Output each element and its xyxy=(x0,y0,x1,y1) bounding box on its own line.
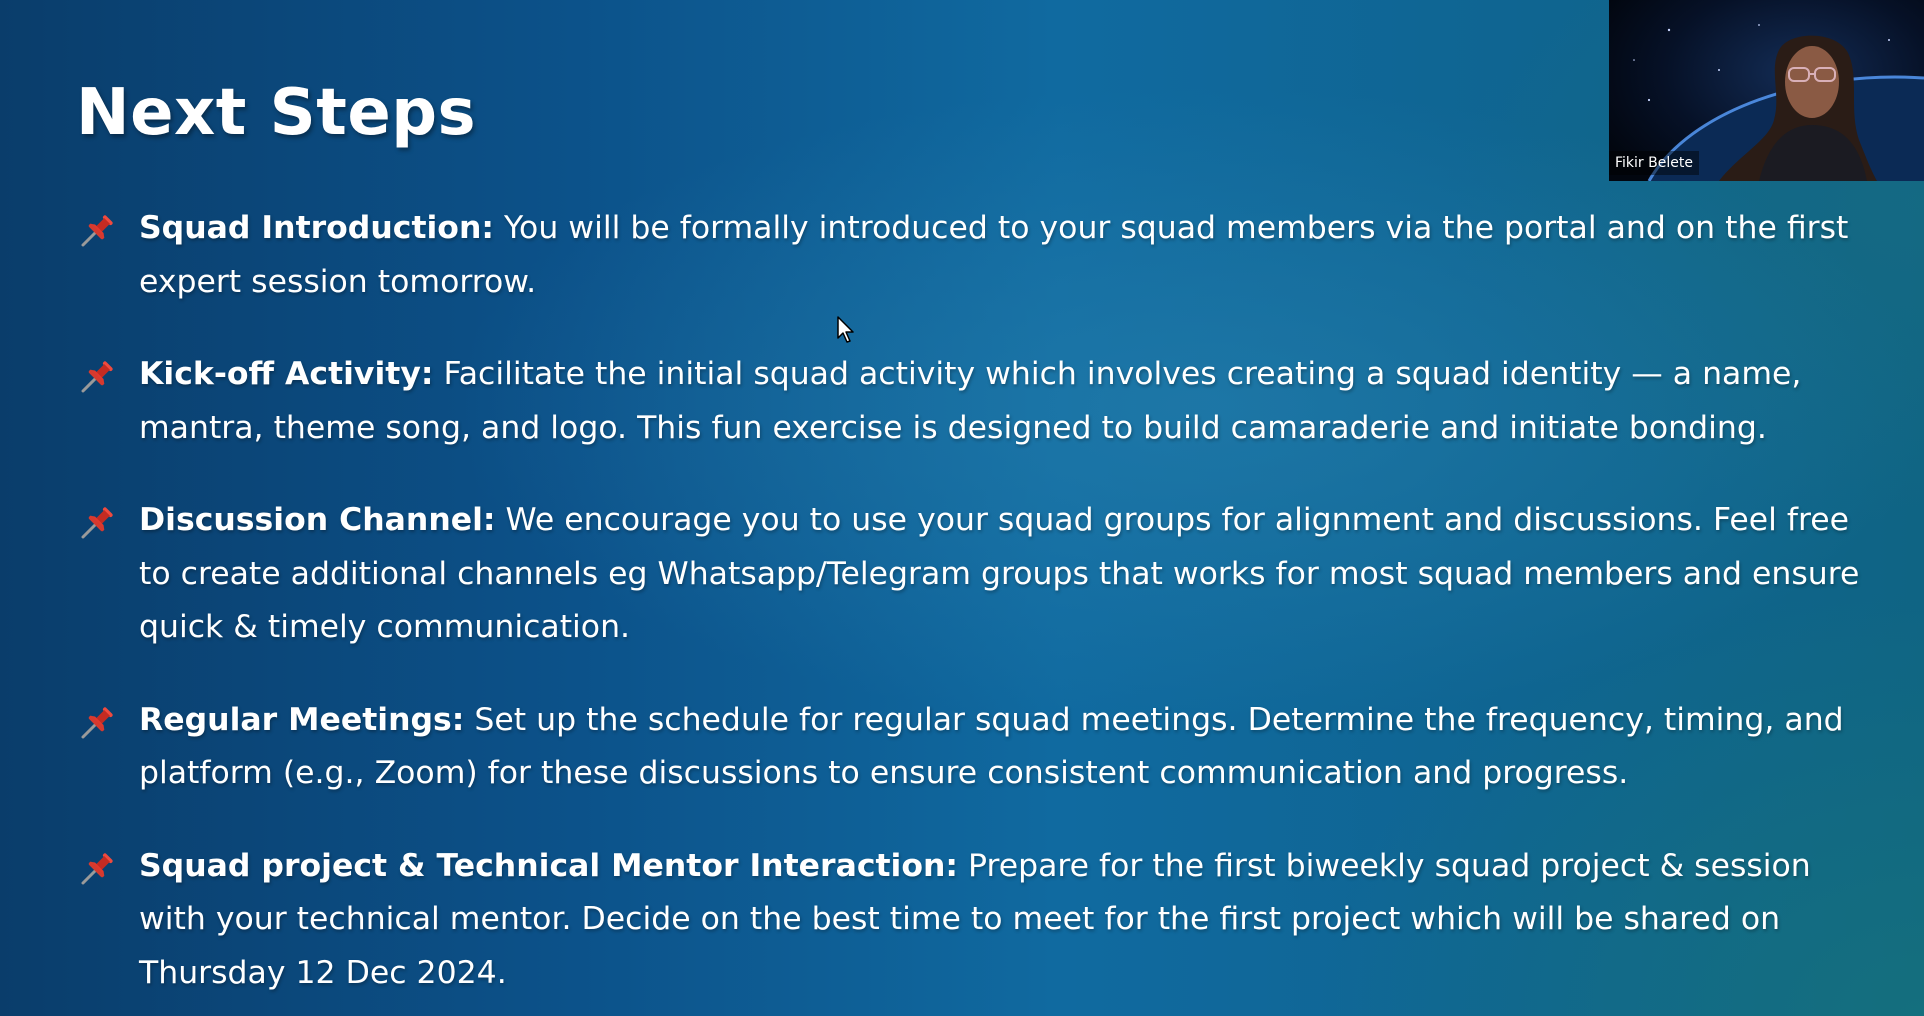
pushpin-icon xyxy=(81,706,113,738)
step-kick-off-activity: Kick-off Activity: Facilitate the initia… xyxy=(76,348,1876,455)
pushpin-icon xyxy=(81,852,113,884)
step-discussion-channel: Discussion Channel: We encourage you to … xyxy=(76,494,1876,655)
step-heading: Squad project & Technical Mentor Interac… xyxy=(139,847,959,884)
participant-name-label: Fikir Belete xyxy=(1609,151,1699,175)
step-heading: Kick-off Activity: xyxy=(139,356,434,392)
next-steps-list: Squad Introduction: You will be formally… xyxy=(76,202,1876,1000)
pushpin-icon xyxy=(81,215,113,247)
step-heading: Discussion Channel: xyxy=(139,502,496,538)
step-squad-introduction: Squad Introduction: You will be formally… xyxy=(76,202,1876,309)
pushpin-icon xyxy=(81,361,113,393)
step-heading: Squad Introduction: xyxy=(139,210,494,246)
mouse-cursor-icon xyxy=(837,316,854,343)
step-regular-meetings: Regular Meetings: Set up the schedule fo… xyxy=(76,694,1876,801)
presentation-slide: Next Steps Squad Introduction: You will … xyxy=(0,0,1924,1016)
step-squad-project-mentor: Squad project & Technical Mentor Interac… xyxy=(76,840,1876,1001)
pushpin-icon xyxy=(81,507,113,539)
participant-video-tile[interactable]: Fikir Belete xyxy=(1609,0,1924,181)
slide-title: Next Steps xyxy=(76,76,477,150)
step-heading: Regular Meetings: xyxy=(139,701,465,738)
